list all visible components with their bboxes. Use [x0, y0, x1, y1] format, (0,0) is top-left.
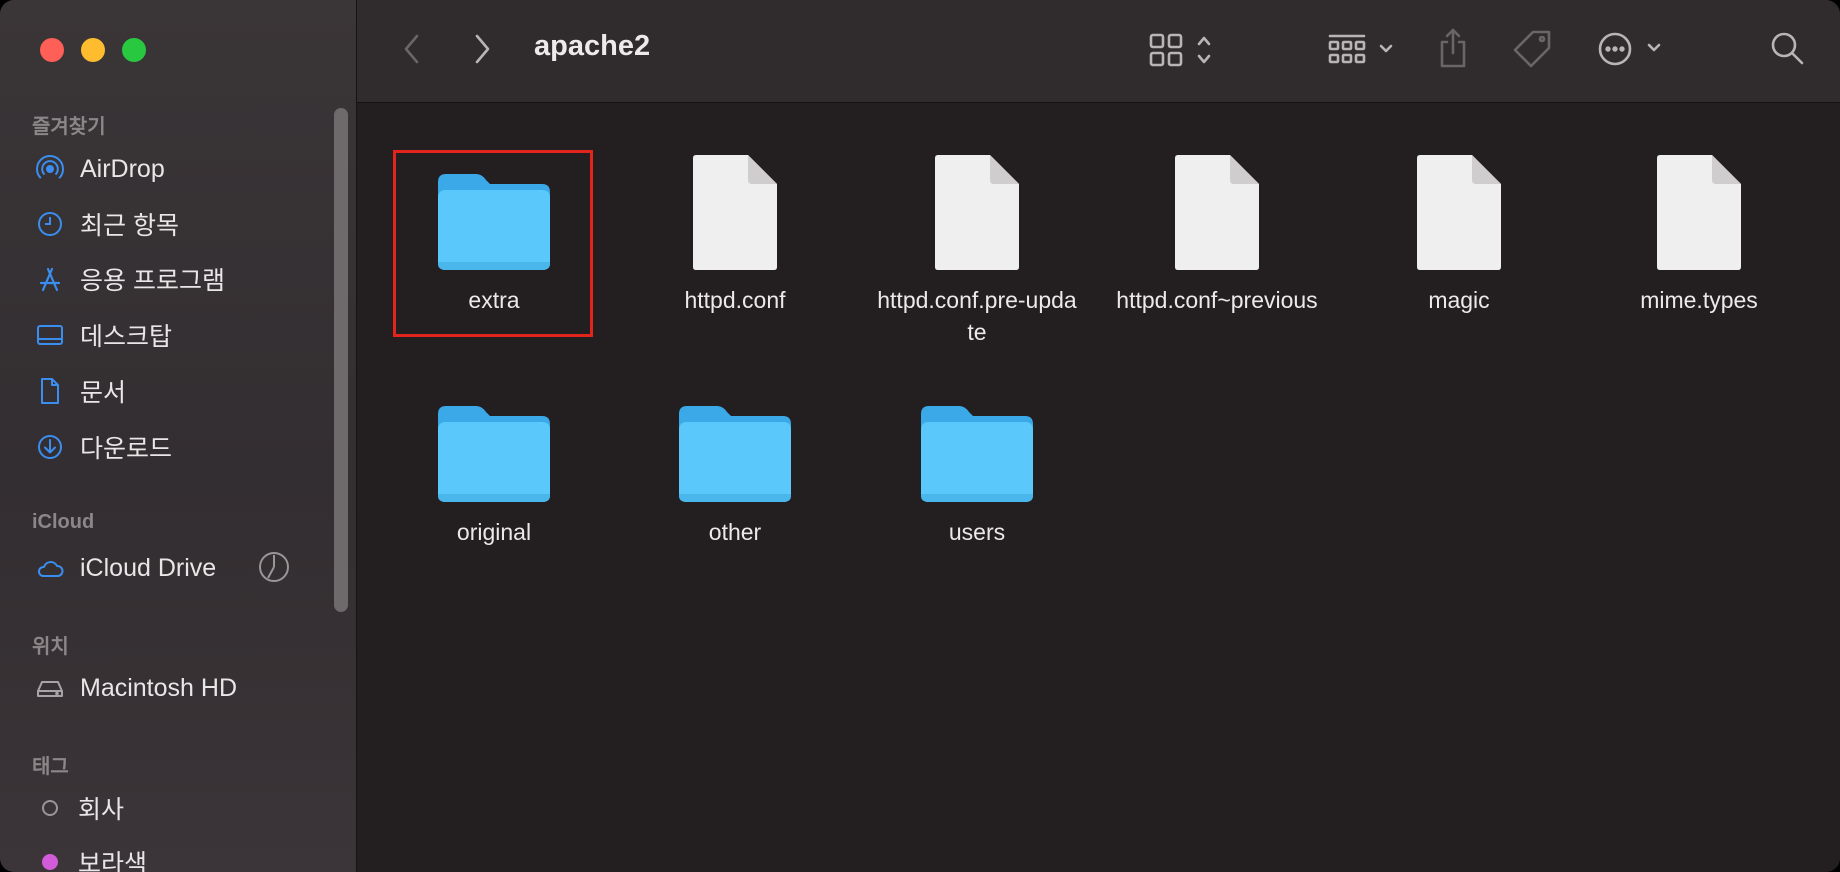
cloud-icon [32, 550, 68, 586]
download-icon [32, 429, 68, 465]
file-item-httpd-conf-pre-update[interactable]: httpd.conf.pre-update [872, 140, 1082, 348]
document-icon [32, 373, 68, 409]
file-name: users [948, 519, 1006, 545]
search-icon [1771, 32, 1804, 65]
sidebar: 즐겨찾기 AirDrop 최근 항목 응용 프로그램 데스크탑 문서 다운로드 … [0, 0, 357, 872]
folder-icon [872, 372, 1082, 504]
sidebar-item-tag-company[interactable]: 회사 [32, 786, 332, 830]
file-name: httpd.conf~previous [1116, 287, 1318, 313]
file-name: magic [1428, 287, 1490, 313]
sidebar-item-label: 응용 프로그램 [80, 267, 225, 295]
applications-icon [32, 261, 68, 297]
file-item-original[interactable]: original [389, 372, 599, 548]
zoom-button[interactable] [122, 38, 146, 62]
share-icon [1440, 28, 1466, 68]
more-actions-button[interactable] [1595, 28, 1669, 70]
file-item-httpd-conf[interactable]: httpd.conf [630, 140, 840, 316]
clock-icon [32, 206, 68, 242]
folder-icon [630, 372, 840, 504]
favorites-header: 즐겨찾기 [32, 116, 106, 138]
sidebar-item-label: AirDrop [80, 154, 165, 183]
minimize-button[interactable] [81, 38, 105, 62]
ellipsis-icon [1598, 32, 1661, 66]
sidebar-item-applications[interactable]: 응용 프로그램 [32, 257, 332, 301]
selection-highlight [393, 150, 593, 337]
tag-icon [1513, 30, 1551, 68]
document-file-icon [1354, 140, 1564, 272]
tag-circle-icon [42, 800, 58, 816]
sidebar-item-label: 보라색 [78, 850, 148, 872]
locations-header: 위치 [32, 636, 69, 658]
sidebar-item-label: Macintosh HD [80, 673, 237, 702]
search-button[interactable] [1767, 28, 1807, 68]
sidebar-scrollbar[interactable] [334, 108, 348, 612]
document-file-icon [1112, 140, 1322, 272]
icloud-header: iCloud [32, 511, 95, 533]
sidebar-item-macintosh-hd[interactable]: Macintosh HD [32, 666, 332, 710]
sidebar-item-label: 다운로드 [80, 435, 173, 463]
file-item-other[interactable]: other [630, 372, 840, 548]
file-name: httpd.conf.pre-update [877, 287, 1077, 345]
sidebar-item-recents[interactable]: 최근 항목 [32, 202, 332, 246]
sidebar-item-label: 회사 [78, 796, 125, 824]
harddrive-icon [32, 670, 68, 706]
chevron-left-icon [404, 34, 419, 64]
file-item-magic[interactable]: magic [1354, 140, 1564, 316]
sidebar-item-desktop[interactable]: 데스크탑 [32, 313, 332, 357]
toolbar: apache2 [357, 0, 1840, 103]
sidebar-item-tag-purple[interactable]: 보라색 [32, 840, 332, 872]
document-file-icon [630, 140, 840, 272]
file-item-httpd-conf-previous[interactable]: httpd.conf~previous [1112, 140, 1322, 316]
icloud-progress-icon[interactable] [258, 551, 290, 583]
file-item-mime-types[interactable]: mime.types [1594, 140, 1804, 316]
group-button[interactable] [1327, 30, 1399, 70]
sidebar-item-label: 문서 [80, 379, 127, 407]
sidebar-item-label: iCloud Drive [80, 553, 217, 582]
file-name: httpd.conf [684, 287, 786, 313]
close-button[interactable] [40, 38, 64, 62]
share-button[interactable] [1435, 26, 1471, 70]
window-controls [40, 38, 146, 62]
file-name: mime.types [1640, 287, 1758, 313]
chevron-right-icon [475, 34, 490, 64]
tag-button[interactable] [1511, 28, 1555, 72]
sidebar-item-airdrop[interactable]: AirDrop [32, 147, 332, 191]
sidebar-item-label: 최근 항목 [80, 212, 179, 240]
desktop-icon [32, 317, 68, 353]
sidebar-item-documents[interactable]: 문서 [32, 369, 332, 413]
window-title: apache2 [534, 30, 651, 62]
folder-icon [389, 372, 599, 504]
tag-purple-dot-icon [42, 854, 58, 870]
tags-header: 태그 [32, 756, 69, 778]
airdrop-icon [32, 151, 68, 187]
file-item-users[interactable]: users [872, 372, 1082, 548]
file-name: original [456, 519, 532, 545]
group-icon [1328, 34, 1393, 64]
finder-window: 즐겨찾기 AirDrop 최근 항목 응용 프로그램 데스크탑 문서 다운로드 … [0, 0, 1840, 872]
document-file-icon [1594, 140, 1804, 272]
grid-view-icon [1149, 33, 1211, 67]
sidebar-item-downloads[interactable]: 다운로드 [32, 425, 332, 469]
sidebar-item-label: 데스크탑 [80, 323, 173, 351]
view-mode-button[interactable] [1149, 30, 1219, 70]
forward-button[interactable] [467, 30, 497, 68]
file-name: other [708, 519, 762, 545]
back-button[interactable] [397, 30, 427, 68]
document-file-icon [872, 140, 1082, 272]
